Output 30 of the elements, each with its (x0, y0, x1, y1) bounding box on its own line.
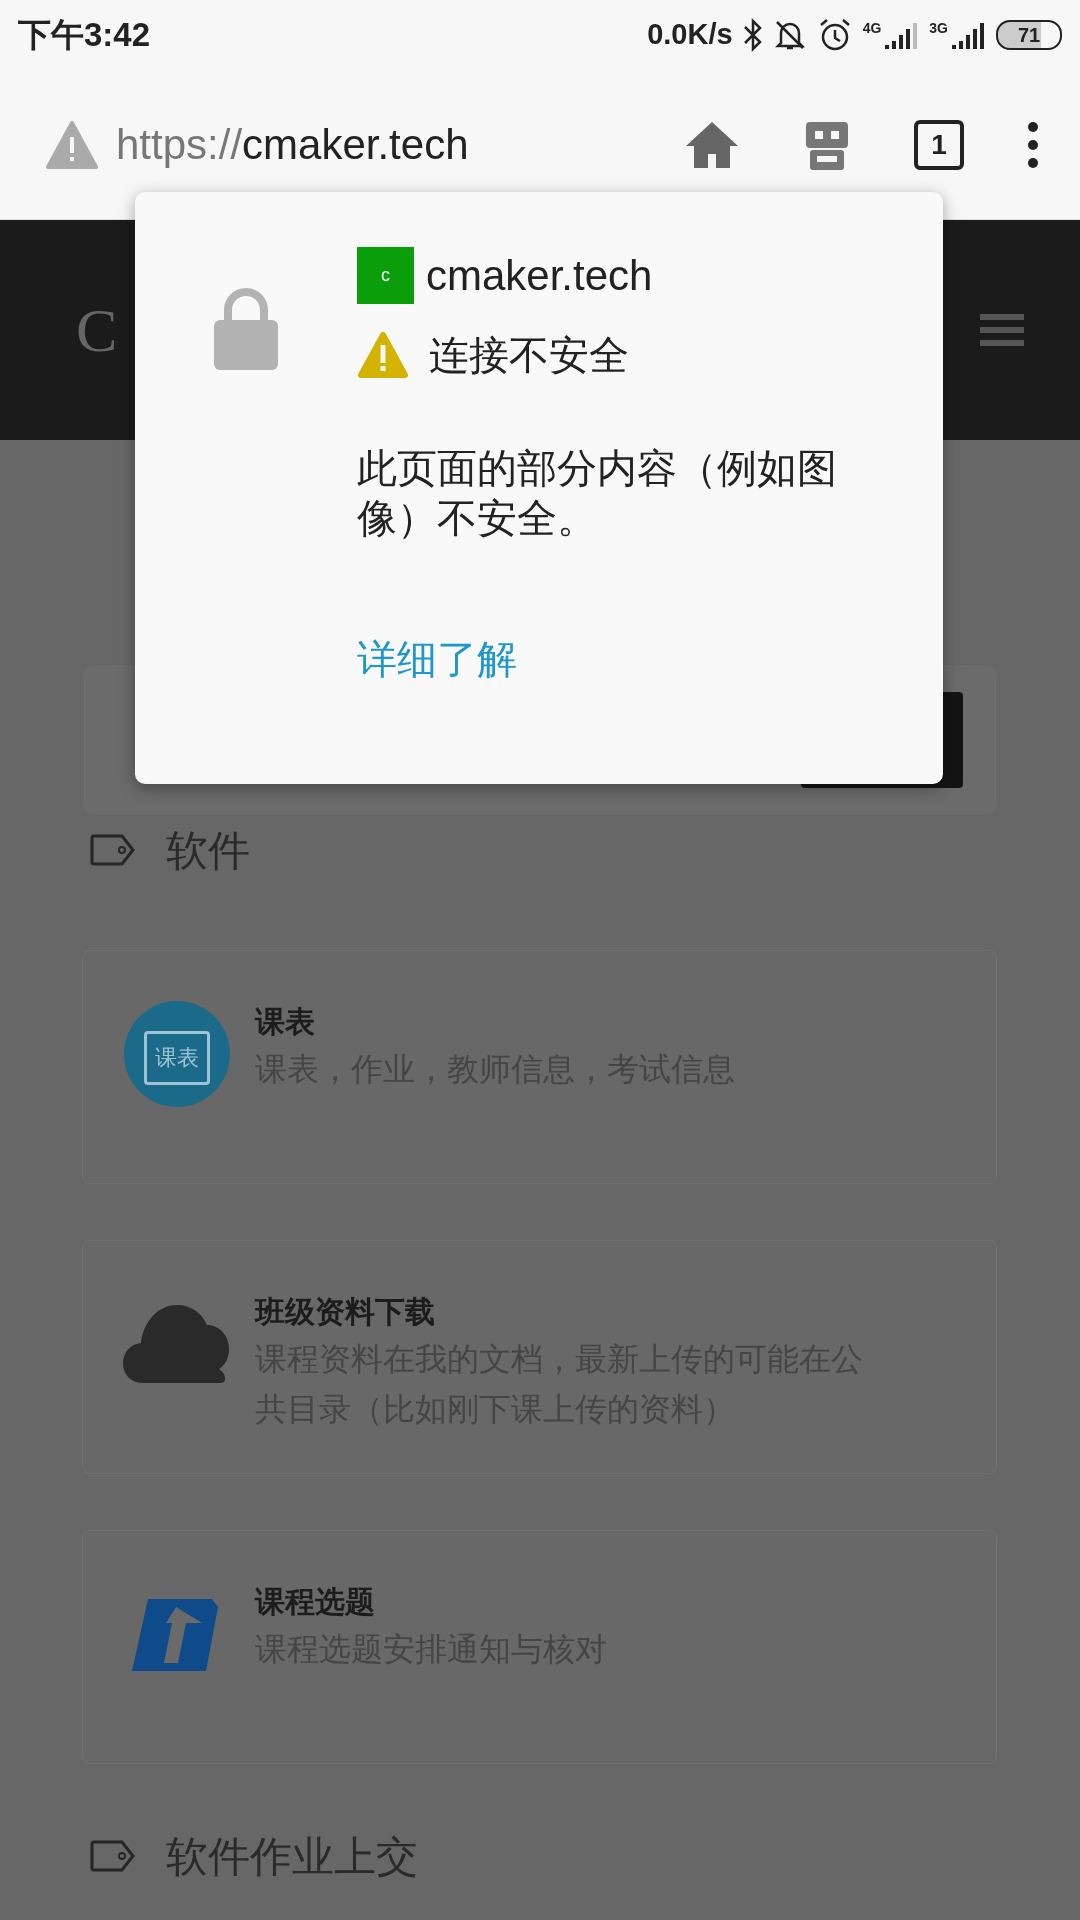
calendar-icon: 课表 (124, 1001, 230, 1107)
tag-icon (90, 1839, 136, 1873)
warning-icon (46, 120, 98, 169)
section-title: 软件 (166, 825, 250, 876)
lock-icon (214, 288, 278, 370)
section-title: 软件作业上交 (166, 1831, 418, 1882)
cloud-icon (123, 1303, 231, 1385)
battery-indicator: 71 (996, 20, 1062, 50)
tab-count-button[interactable]: 1 (914, 119, 964, 170)
bluetooth-icon (742, 18, 763, 52)
signal-icon (950, 21, 986, 49)
card-title: 课表 (255, 1004, 316, 1040)
learn-more-link[interactable]: 详细了解 (357, 629, 897, 689)
network-type: 3G (929, 21, 948, 35)
site-favicon: c (357, 247, 414, 304)
status-time: 下午3:42 (18, 15, 151, 56)
home-icon[interactable] (684, 119, 740, 170)
card-title: 课程选题 (255, 1584, 376, 1620)
more-menu-icon[interactable] (1026, 120, 1040, 169)
url-field[interactable]: https://cmaker.tech (116, 113, 469, 176)
connection-status: 连接不安全 (429, 332, 629, 379)
network-type: 4G (862, 21, 882, 35)
card-title: 班级资料下载 (255, 1294, 436, 1330)
warning-icon (357, 331, 409, 379)
site-logo: C (76, 294, 118, 366)
tag-icon (90, 833, 136, 867)
network-speed: 0.0K/s (647, 17, 733, 53)
signal-icon (883, 21, 920, 49)
security-message: 此页面的部分内容（例如图像）不安全。 (357, 445, 838, 542)
site-domain: cmaker.tech (426, 251, 653, 301)
